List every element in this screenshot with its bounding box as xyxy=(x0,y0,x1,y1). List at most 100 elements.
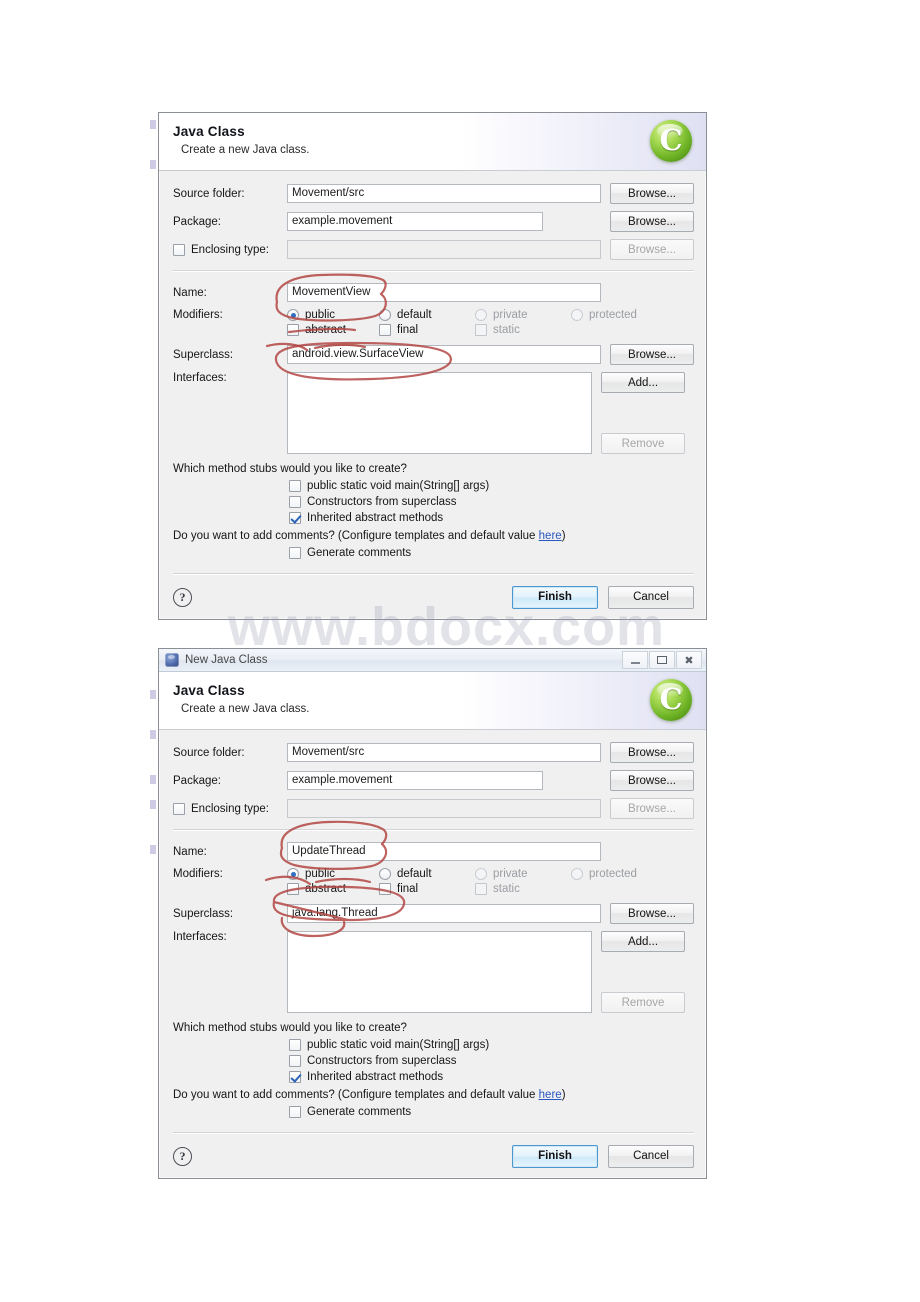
browse-source-folder-button[interactable]: Browse... xyxy=(610,183,694,204)
superclass-row: Superclass: android.view.SurfaceView Bro… xyxy=(173,344,694,365)
modifiers-label: Modifiers: xyxy=(173,309,223,321)
name-label: Name: xyxy=(173,286,207,299)
checkbox-constructors-icon[interactable] xyxy=(289,496,301,508)
modifier-radio-default[interactable]: default xyxy=(379,309,475,321)
configure-templates-link[interactable]: here xyxy=(539,530,562,542)
configure-templates-link[interactable]: here xyxy=(539,1089,562,1101)
checkbox-inherited-abstract-icon[interactable] xyxy=(289,1071,301,1083)
radio-default-label: default xyxy=(397,868,432,880)
eclipse-c-orb-icon: C xyxy=(650,679,692,721)
checkbox-generate-comments-icon[interactable] xyxy=(289,1106,301,1118)
modifier-radio-protected: protected xyxy=(571,868,637,880)
add-interface-button[interactable]: Add... xyxy=(601,931,685,952)
source-folder-input[interactable]: Movement/src xyxy=(287,743,601,762)
radio-public-icon[interactable] xyxy=(287,309,299,321)
minimize-icon[interactable] xyxy=(622,651,648,669)
help-icon[interactable]: ? xyxy=(173,587,192,607)
new-java-class-dialog-1: Java Class Create a new Java class. C So… xyxy=(158,112,707,620)
stub-main-method[interactable]: public static void main(String[] args) xyxy=(289,1039,694,1051)
checkbox-final-label: final xyxy=(397,883,419,895)
add-interface-button[interactable]: Add... xyxy=(601,372,685,393)
modifier-radio-public[interactable]: public xyxy=(287,868,379,880)
stub-inherited-abstract[interactable]: Inherited abstract methods xyxy=(289,1071,694,1083)
comments-question-prefix: Do you want to add comments? (Configure … xyxy=(173,530,539,542)
section-divider xyxy=(173,829,694,831)
page-subtitle: Create a new Java class. xyxy=(181,703,310,715)
generate-comments-row[interactable]: Generate comments xyxy=(289,547,694,559)
interfaces-row: Interfaces: Add... Remove xyxy=(173,931,694,1013)
modifiers-checkbox-row: abstract final static xyxy=(173,324,694,336)
orb-letter: C xyxy=(659,122,683,157)
interfaces-list[interactable] xyxy=(287,372,592,454)
radio-protected-label: protected xyxy=(589,868,637,880)
radio-public-icon[interactable] xyxy=(287,868,299,880)
radio-public-label: public xyxy=(305,868,336,880)
modifier-checkbox-final[interactable]: final xyxy=(379,883,475,895)
cancel-button[interactable]: Cancel xyxy=(608,1144,694,1168)
modifier-checkbox-abstract[interactable]: abstract xyxy=(287,324,379,336)
source-folder-row: Source folder: Movement/src Browse... xyxy=(173,183,694,204)
java-class-icon xyxy=(165,653,179,667)
checkbox-final-icon[interactable] xyxy=(379,324,391,336)
modifiers-radio-group: public default private protected xyxy=(287,309,637,321)
checkbox-constructors-icon[interactable] xyxy=(289,1055,301,1067)
stub-main-method[interactable]: public static void main(String[] args) xyxy=(289,480,694,492)
checkbox-generate-comments-icon[interactable] xyxy=(289,547,301,559)
source-folder-label: Source folder: xyxy=(173,746,245,759)
enclosing-type-checkbox[interactable] xyxy=(173,243,185,256)
superclass-input[interactable]: android.view.SurfaceView xyxy=(287,345,601,364)
browse-package-button[interactable]: Browse... xyxy=(610,770,694,791)
checkbox-constructors-label: Constructors from superclass xyxy=(307,496,457,508)
package-input[interactable]: example.movement xyxy=(287,771,543,790)
page-title: Java Class xyxy=(173,124,245,139)
package-row: Package: example.movement Browse... xyxy=(173,211,694,232)
name-input[interactable]: MovementView xyxy=(287,283,601,302)
package-input[interactable]: example.movement xyxy=(287,212,543,231)
finish-button[interactable]: Finish xyxy=(512,585,598,609)
browse-superclass-button[interactable]: Browse... xyxy=(610,344,694,365)
dialog-header: Java Class Create a new Java class. C xyxy=(159,113,706,171)
close-icon[interactable]: ✖ xyxy=(676,651,702,669)
enclosing-type-checkbox[interactable] xyxy=(173,802,185,815)
cancel-button[interactable]: Cancel xyxy=(608,585,694,609)
modifiers-label: Modifiers: xyxy=(173,868,223,880)
modifier-radio-private: private xyxy=(475,309,571,321)
section-divider xyxy=(173,270,694,272)
dialog-body: Source folder: Movement/src Browse... Pa… xyxy=(159,171,706,575)
source-folder-input[interactable]: Movement/src xyxy=(287,184,601,203)
checkbox-main-method-icon[interactable] xyxy=(289,480,301,492)
modifier-radio-public[interactable]: public xyxy=(287,309,379,321)
interfaces-list[interactable] xyxy=(287,931,592,1013)
superclass-input[interactable]: java.lang.Thread xyxy=(287,904,601,923)
checkbox-static-icon xyxy=(475,883,487,895)
modifier-radio-default[interactable]: default xyxy=(379,868,475,880)
checkbox-main-method-icon[interactable] xyxy=(289,1039,301,1051)
scan-artifact xyxy=(150,690,156,699)
modifier-checkbox-final[interactable]: final xyxy=(379,324,475,336)
interfaces-label: Interfaces: xyxy=(173,931,227,943)
help-icon[interactable]: ? xyxy=(173,1146,192,1166)
modifiers-checkbox-group: abstract final static xyxy=(287,324,571,336)
radio-default-icon[interactable] xyxy=(379,309,391,321)
enclosing-type-row: Enclosing type: Browse... xyxy=(173,798,694,819)
stub-constructors[interactable]: Constructors from superclass xyxy=(289,496,694,508)
method-stubs-question: Which method stubs would you like to cre… xyxy=(173,463,407,475)
checkbox-abstract-icon[interactable] xyxy=(287,883,299,895)
checkbox-inherited-abstract-icon[interactable] xyxy=(289,512,301,524)
checkbox-abstract-icon[interactable] xyxy=(287,324,299,336)
modifiers-checkbox-row: abstract final static xyxy=(173,883,694,895)
dialog-header: Java Class Create a new Java class. C xyxy=(159,672,706,730)
stub-constructors[interactable]: Constructors from superclass xyxy=(289,1055,694,1067)
stub-inherited-abstract[interactable]: Inherited abstract methods xyxy=(289,512,694,524)
maximize-icon[interactable] xyxy=(649,651,675,669)
browse-superclass-button[interactable]: Browse... xyxy=(610,903,694,924)
radio-default-icon[interactable] xyxy=(379,868,391,880)
name-input[interactable]: UpdateThread xyxy=(287,842,601,861)
enclosing-type-input xyxy=(287,240,601,259)
modifier-checkbox-abstract[interactable]: abstract xyxy=(287,883,379,895)
browse-package-button[interactable]: Browse... xyxy=(610,211,694,232)
checkbox-final-icon[interactable] xyxy=(379,883,391,895)
generate-comments-row[interactable]: Generate comments xyxy=(289,1106,694,1118)
finish-button[interactable]: Finish xyxy=(512,1144,598,1168)
browse-source-folder-button[interactable]: Browse... xyxy=(610,742,694,763)
